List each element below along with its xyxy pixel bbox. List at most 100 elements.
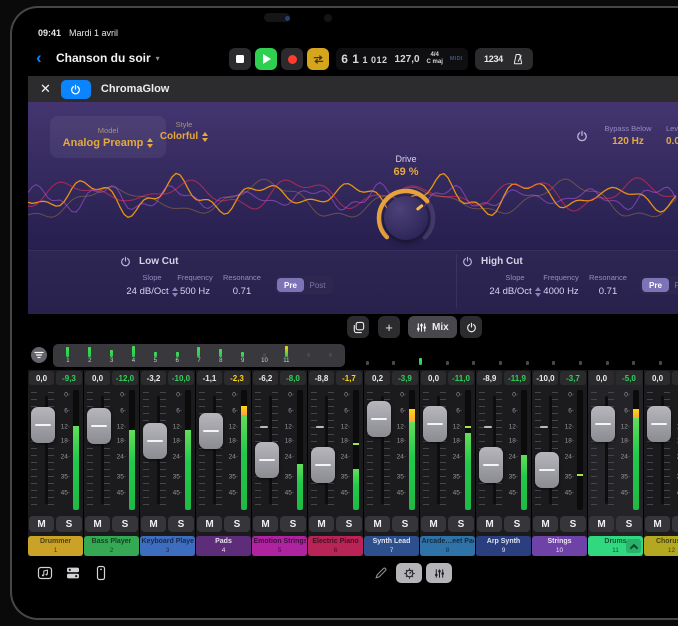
track-name-cell[interactable]: Drummer 1 [28,536,83,556]
volume-value[interactable]: -10,0 [533,371,558,385]
fader-handle[interactable] [423,406,447,442]
stop-button[interactable] [229,48,251,70]
bypass-below-control[interactable]: Bypass Below 120 Hz [590,124,666,147]
fader-handle[interactable] [255,442,279,478]
solo-button[interactable]: S [280,516,306,532]
overview-rest[interactable] [350,344,678,367]
volume-value[interactable]: -3,2 [141,371,166,385]
volume-value[interactable]: 0,2 [365,371,390,385]
mixer-power-button[interactable] [460,316,482,338]
pre-segment[interactable]: Pre [277,278,304,292]
plugin-power-button[interactable] [61,80,91,99]
fader-handle[interactable] [479,447,503,483]
volume-value[interactable]: 0,0 [29,371,54,385]
mix-button[interactable]: Mix [408,316,457,338]
pencil-button[interactable] [372,564,390,582]
mute-button[interactable]: M [365,516,390,532]
mute-button[interactable]: M [141,516,166,532]
track-name-cell[interactable]: Bass Player 2 [84,536,139,556]
mute-button[interactable]: M [645,516,670,532]
volume-value[interactable]: 0,0 [645,371,670,385]
mute-button[interactable]: M [589,516,614,532]
mute-button[interactable]: M [253,516,278,532]
level-control[interactable]: Level 0.0 [660,124,678,147]
fader-handle[interactable] [87,408,111,444]
volume-value[interactable]: -8,9 [477,371,502,385]
play-button[interactable] [255,48,277,70]
fader-handle[interactable] [143,423,167,459]
mute-button[interactable]: M [533,516,558,532]
post-segment[interactable]: Post [304,278,331,292]
keyboard-button[interactable] [92,564,110,582]
mute-button[interactable]: M [197,516,222,532]
fader-handle[interactable] [199,413,223,449]
low-cut-power-icon[interactable] [120,256,131,267]
bypass-power-icon[interactable] [576,130,588,142]
post-segment[interactable]: Post [669,278,678,292]
low-cut-resonance[interactable]: Resonance 0.71 [214,273,270,297]
track-name-cell[interactable]: Arcade…eet Pad 8 [420,536,475,556]
drive-knob[interactable] [374,186,438,250]
high-cut-power-icon[interactable] [462,256,473,267]
solo-button[interactable]: S [224,516,250,532]
mute-button[interactable]: M [421,516,446,532]
volume-value[interactable]: -8,8 [309,371,334,385]
solo-button[interactable]: S [616,516,642,532]
volume-value[interactable]: 0,0 [421,371,446,385]
solo-button[interactable]: S [672,516,678,532]
count-in-button[interactable]: 1234 [484,54,503,64]
cycle-button[interactable] [307,48,329,70]
volume-value[interactable]: -1,1 [197,371,222,385]
fader-handle[interactable] [367,401,391,437]
volume-value[interactable]: 0,0 [589,371,614,385]
fader-handle[interactable] [311,447,335,483]
solo-button[interactable]: S [168,516,194,532]
fader-handle[interactable] [647,406,671,442]
track-name-cell[interactable]: Emotion Strings 5 [252,536,307,556]
metronome-icon[interactable] [512,53,524,65]
high-cut-pre-post-toggle[interactable]: Pre Post [640,276,678,294]
solo-button[interactable]: S [560,516,586,532]
model-selector[interactable]: Model Analog Preamp [50,116,166,158]
high-cut-resonance[interactable]: Resonance 0.71 [580,273,636,297]
solo-button[interactable]: S [392,516,418,532]
patches-button[interactable] [64,564,82,582]
track-name-cell[interactable]: Keyboard Player 3 [140,536,195,556]
fader-handle[interactable] [591,406,615,442]
volume-value[interactable]: -6,2 [253,371,278,385]
visible-range-indicator[interactable]: 1234567891011 [53,344,345,367]
style-selector[interactable]: Style Colorful [152,120,216,142]
track-name-cell[interactable]: Drums 11 [588,536,643,556]
track-name-cell[interactable]: Chorus V 12 [644,536,678,556]
track-name-cell[interactable]: Electric Piano 6 [308,536,363,556]
fader-handle[interactable] [31,407,55,443]
lcd-display[interactable]: 6 1 1 012 127,0 4/4 C maj MIDI [336,48,468,70]
add-track-button[interactable]: + [378,316,400,338]
solo-button[interactable]: S [336,516,362,532]
duplicate-button[interactable] [347,316,369,338]
track-name-cell[interactable]: Synth Lead 7 [364,536,419,556]
close-icon[interactable]: ✕ [40,81,51,97]
solo-button[interactable]: S [56,516,82,532]
chevron-up-icon[interactable] [626,539,641,553]
filter-tracks-button[interactable] [30,346,48,364]
mute-button[interactable]: M [309,516,334,532]
loops-browser-button[interactable] [36,564,54,582]
mute-button[interactable]: M [85,516,110,532]
solo-button[interactable]: S [112,516,138,532]
mute-button[interactable]: M [477,516,502,532]
mute-button[interactable]: M [29,516,54,532]
record-button[interactable] [281,48,303,70]
solo-button[interactable]: S [448,516,474,532]
track-name-cell[interactable]: Pads 4 [196,536,251,556]
back-chevron-icon[interactable]: ‹ [36,48,42,68]
track-name-cell[interactable]: Arp Synth 9 [476,536,531,556]
track-name-cell[interactable]: Strings 10 [532,536,587,556]
mixer-view-button[interactable] [426,563,452,583]
song-title[interactable]: Chanson du soir ▾ [56,51,160,65]
volume-value[interactable]: 0,0 [85,371,110,385]
pre-segment[interactable]: Pre [642,278,669,292]
fader-handle[interactable] [535,452,559,488]
solo-button[interactable]: S [504,516,530,532]
low-cut-pre-post-toggle[interactable]: Pre Post [275,276,333,294]
